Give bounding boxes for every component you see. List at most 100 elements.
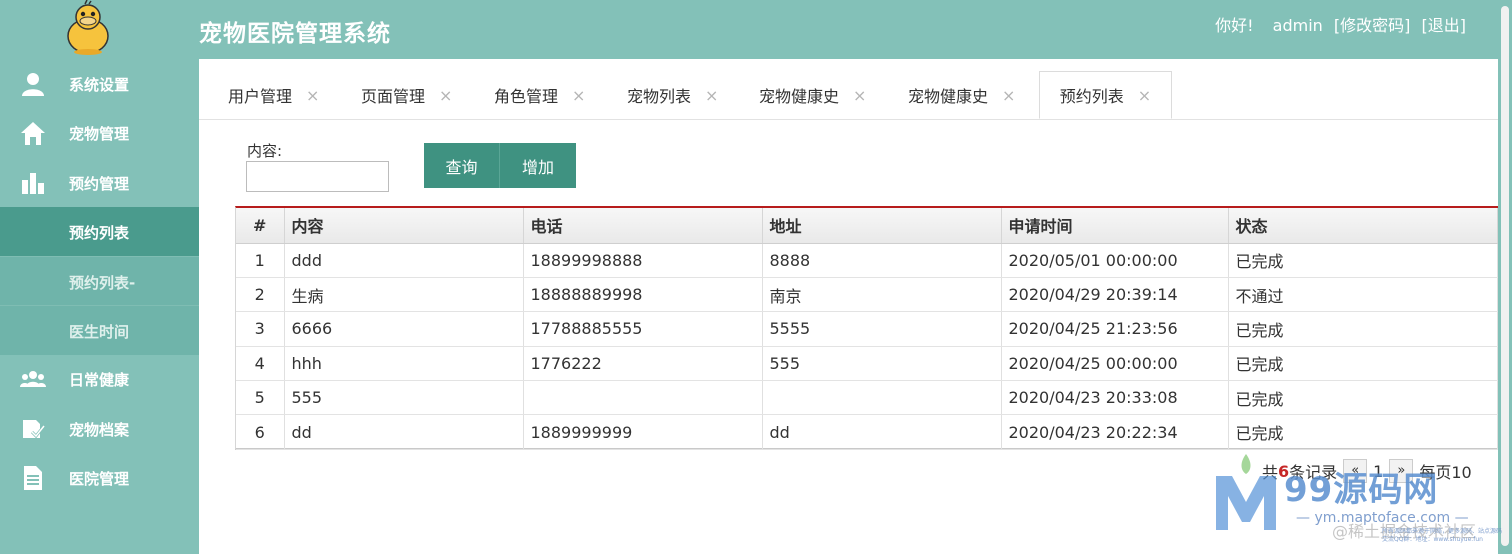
app-title: 宠物医院管理系统 — [199, 21, 391, 47]
cell-status: 已完成 — [1228, 380, 1498, 416]
top-header: 宠物医院管理系统 你好! admin [修改密码] [退出] — [0, 0, 1512, 59]
cell-address: 8888 — [762, 243, 1002, 278]
tab-user-management[interactable]: 用户管理 × — [228, 71, 319, 119]
cell-phone: 17788885555 — [523, 311, 763, 347]
document-icon — [20, 465, 46, 491]
close-icon[interactable]: × — [1138, 86, 1151, 105]
cell-status: 不通过 — [1228, 277, 1498, 313]
appointment-table: # 内容 电话 地址 申请时间 状态 1 ddd 18899998888 888… — [235, 206, 1498, 450]
cell-address: 南京 — [762, 277, 1002, 313]
close-icon[interactable]: × — [705, 86, 718, 105]
table-row[interactable]: 4 hhh 1776222 555 2020/04/25 00:00:00 已完… — [236, 346, 1498, 382]
sidebar-item-label: 宠物管理 — [69, 125, 130, 143]
tab-label: 宠物健康史 — [759, 87, 840, 106]
cell-status: 已完成 — [1228, 346, 1498, 382]
sidebar-item-pet-management[interactable]: 宠物管理 — [0, 108, 199, 157]
bar-chart-icon — [20, 170, 46, 196]
sidebar-item-hospital-management[interactable]: 医院管理 — [0, 453, 199, 502]
cell-apply-time: 2020/04/25 21:23:56 — [1001, 311, 1229, 347]
cell-apply-time: 2020/04/23 20:22:34 — [1001, 414, 1229, 450]
cell-content: 555 — [284, 380, 524, 416]
cell-status: 已完成 — [1228, 414, 1498, 450]
sidebar-item-system-settings[interactable]: 系统设置 — [0, 59, 199, 108]
cell-address — [762, 380, 1002, 416]
cell-index: 1 — [236, 243, 285, 278]
watermark-overlay: 99源码网 — ym.maptoface.com — @稀土掘金技术社区 所有源… — [1212, 448, 1512, 554]
cell-address: 5555 — [762, 311, 1002, 347]
column-header: 内容 — [284, 208, 524, 244]
add-button[interactable]: 增加 — [500, 143, 576, 188]
table-row[interactable]: 5 555 2020/04/23 20:33:08 已完成 — [236, 380, 1498, 416]
cell-index: 4 — [236, 346, 285, 382]
cell-status: 已完成 — [1228, 311, 1498, 347]
sidebar-item-label: 预约列表- — [69, 274, 136, 292]
cell-apply-time: 2020/04/25 00:00:00 — [1001, 346, 1229, 382]
user-area: 你好! admin [修改密码] [退出] — [1209, 12, 1466, 36]
sidebar-item-label: 医院管理 — [69, 470, 130, 488]
tab-label: 角色管理 — [494, 87, 559, 106]
table-row[interactable]: 2 生病 18888889998 南京 2020/04/29 20:39:14 … — [236, 277, 1498, 313]
cell-phone: 18888889998 — [523, 277, 763, 313]
tab-appointment-list[interactable]: 预约列表 × — [1039, 71, 1172, 119]
sidebar-item-daily-health[interactable]: 日常健康 — [0, 354, 199, 403]
tab-label: 预约列表 — [1059, 87, 1124, 106]
sidebar-item-appointment-management[interactable]: 预约管理 — [0, 158, 199, 207]
sidebar-subitem-doctor-time[interactable]: 医生时间 — [0, 305, 199, 355]
cell-phone: 1889999999 — [523, 414, 763, 450]
cell-phone: 1776222 — [523, 346, 763, 382]
greeting-text: 你好! — [1215, 16, 1254, 35]
search-label: 内容: — [247, 142, 283, 160]
column-header: 申请时间 — [1001, 208, 1229, 244]
tab-pet-health-history-2[interactable]: 宠物健康史 × — [908, 71, 1015, 119]
close-icon[interactable]: × — [306, 86, 319, 105]
cell-apply-time: 2020/04/29 20:39:14 — [1001, 277, 1229, 313]
table-row[interactable]: 1 ddd 18899998888 8888 2020/05/01 00:00:… — [236, 243, 1498, 278]
tab-label: 宠物列表 — [627, 87, 692, 106]
column-header: 地址 — [762, 208, 1002, 244]
cell-status: 已完成 — [1228, 243, 1498, 278]
edit-check-icon — [20, 416, 46, 442]
watermark-note: 所有源码都来源于网络，更多源码、站点源码交流QQ群：地址：www.shuyue.… — [1382, 528, 1503, 543]
tab-pet-health-history[interactable]: 宠物健康史 × — [759, 71, 866, 119]
home-icon — [20, 120, 46, 146]
sidebar-subitem-appointment-list-2[interactable]: 预约列表- — [0, 256, 199, 306]
column-header: 电话 — [523, 208, 763, 244]
sidebar-item-pet-records[interactable]: 宠物档案 — [0, 404, 199, 453]
tab-label: 用户管理 — [228, 87, 293, 106]
cell-apply-time: 2020/05/01 00:00:00 — [1001, 243, 1229, 278]
cell-apply-time: 2020/04/23 20:33:08 — [1001, 380, 1229, 416]
sidebar-subitem-appointment-list[interactable]: 预约列表 — [0, 207, 199, 256]
sidebar-item-label: 医生时间 — [69, 323, 130, 341]
tab-pet-list[interactable]: 宠物列表 × — [627, 71, 718, 119]
tab-label: 宠物健康史 — [908, 87, 989, 106]
change-password-link[interactable]: [修改密码] — [1334, 16, 1411, 35]
cell-content: 生病 — [284, 277, 524, 313]
user-icon — [20, 71, 46, 97]
table-row[interactable]: 6 dd 1889999999 dd 2020/04/23 20:22:34 已… — [236, 414, 1498, 450]
close-icon[interactable]: × — [853, 86, 866, 105]
sidebar-item-label: 宠物档案 — [69, 421, 130, 439]
close-icon[interactable]: × — [572, 86, 585, 105]
tab-page-management[interactable]: 页面管理 × — [361, 71, 452, 119]
column-header: 状态 — [1228, 208, 1498, 244]
sidebar-item-label: 预约列表 — [69, 224, 130, 242]
column-header: # — [236, 208, 285, 244]
content-search-input[interactable] — [246, 161, 389, 192]
tab-role-management[interactable]: 角色管理 × — [494, 71, 585, 119]
query-button[interactable]: 查询 — [424, 143, 500, 188]
cell-index: 6 — [236, 414, 285, 450]
logout-link[interactable]: [退出] — [1422, 16, 1467, 35]
sidebar-item-label: 预约管理 — [69, 175, 130, 193]
table-row[interactable]: 3 6666 17788885555 5555 2020/04/25 21:23… — [236, 311, 1498, 347]
cell-phone — [523, 380, 763, 416]
close-icon[interactable]: × — [439, 86, 452, 105]
cell-index: 2 — [236, 277, 285, 313]
table-header-row: # 内容 电话 地址 申请时间 状态 — [236, 208, 1498, 244]
cell-address: dd — [762, 414, 1002, 450]
cell-content: 6666 — [284, 311, 524, 347]
sidebar-item-label: 日常健康 — [69, 371, 130, 389]
duck-logo-icon — [58, 0, 118, 58]
close-icon[interactable]: × — [1002, 86, 1015, 105]
users-icon — [20, 366, 46, 392]
cell-index: 3 — [236, 311, 285, 347]
